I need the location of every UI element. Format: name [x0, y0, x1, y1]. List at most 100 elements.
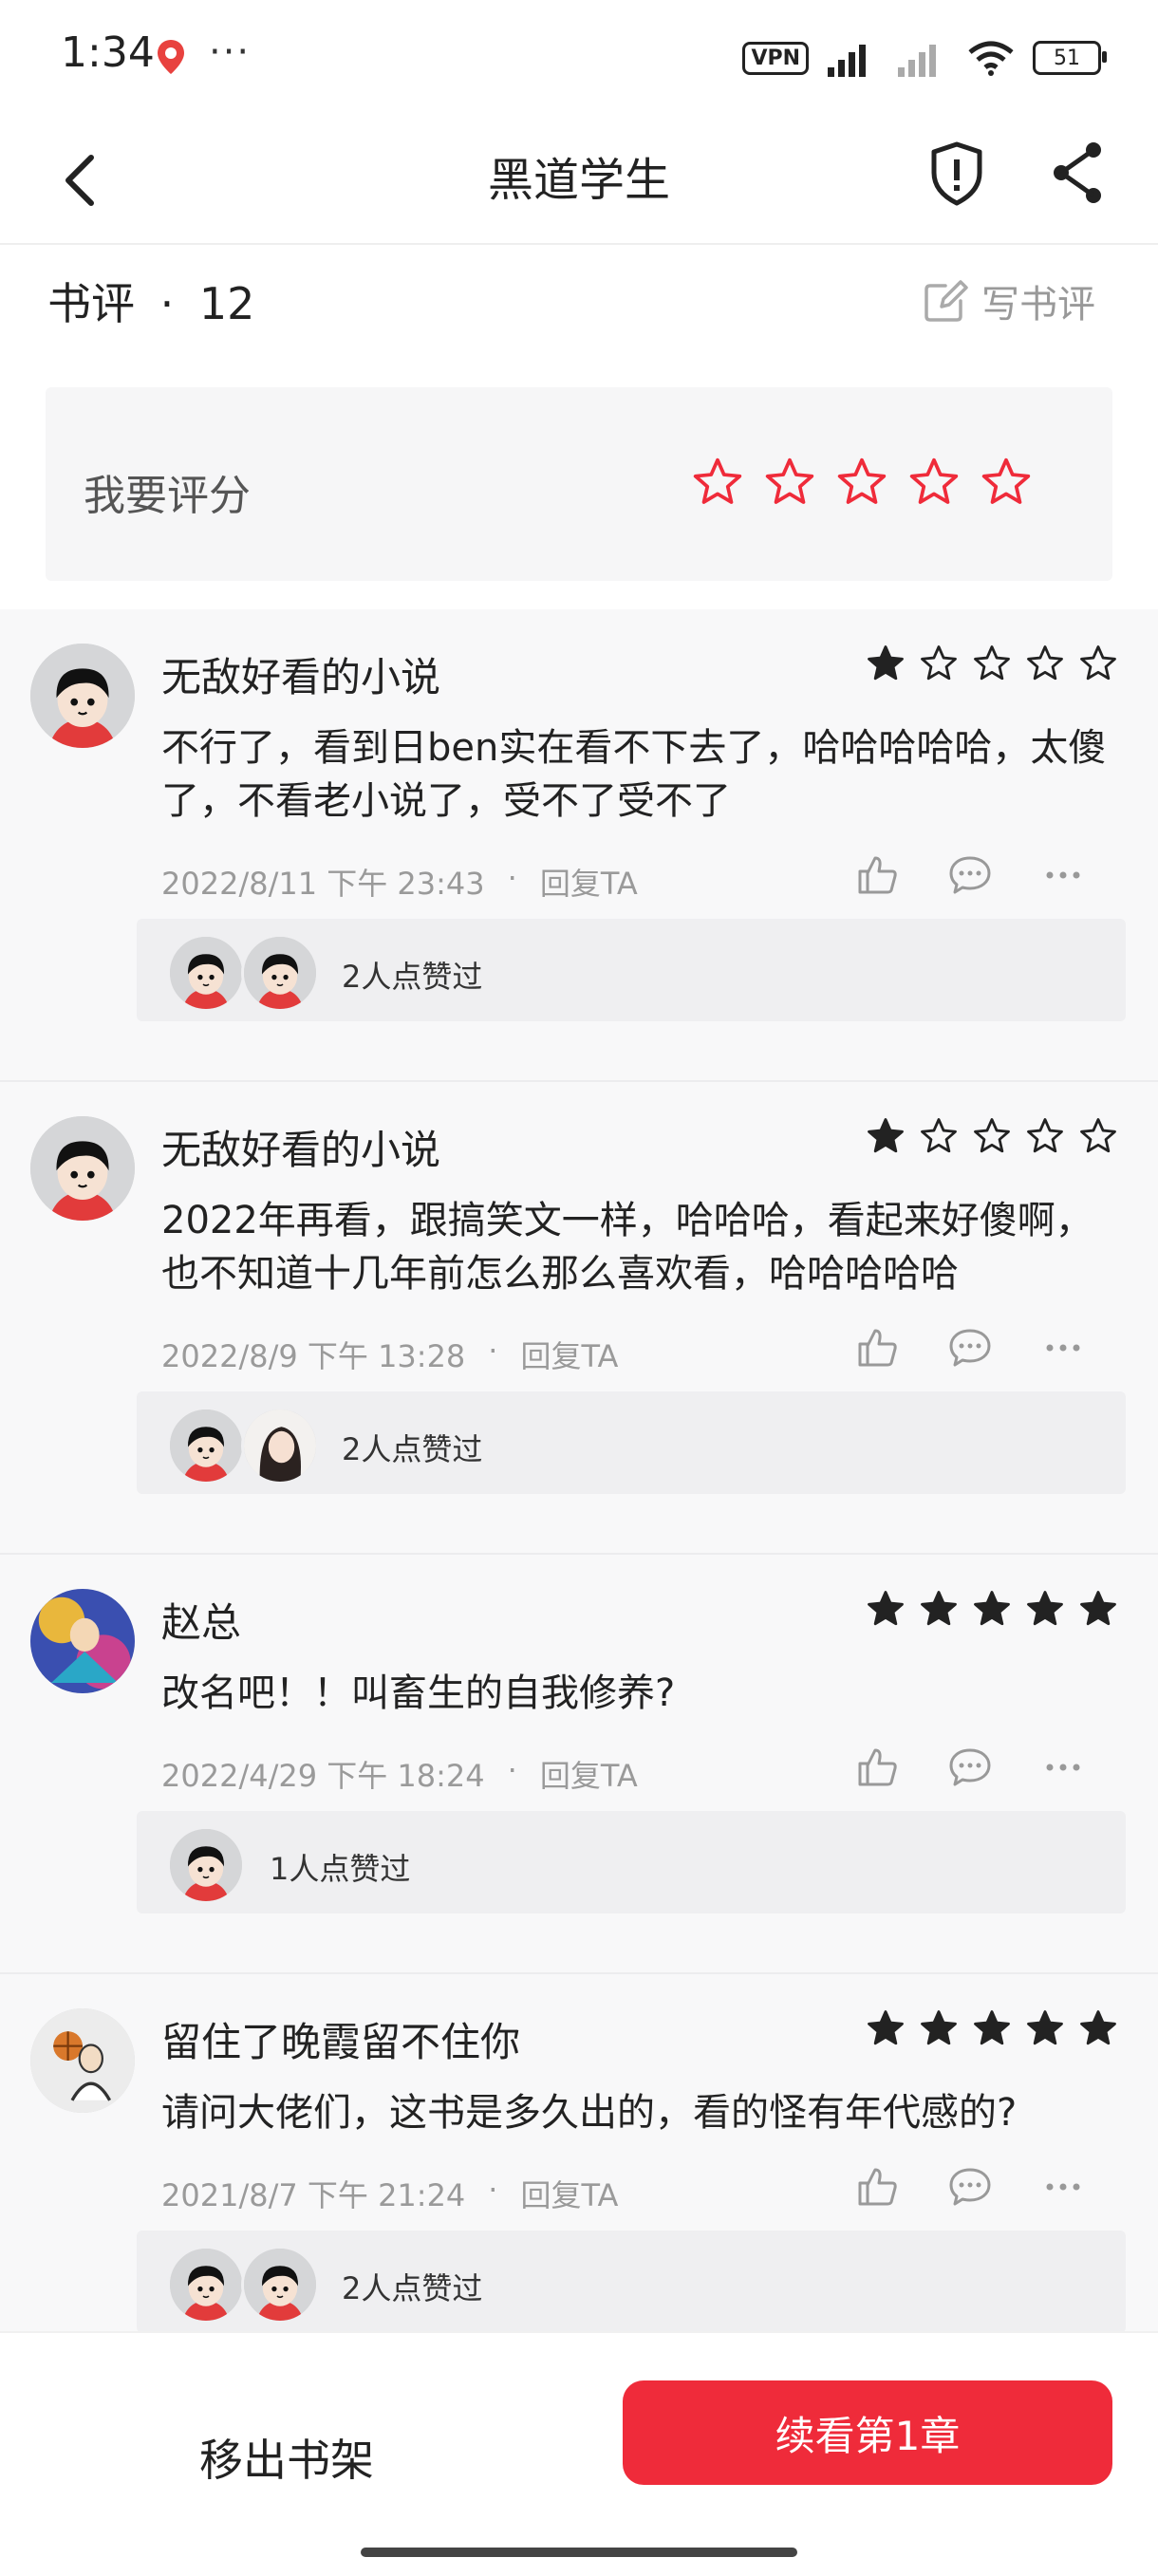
likes-count-text: 2人点赞过 [342, 2270, 483, 2306]
rate-label: 我要评分 [84, 472, 251, 520]
more-icon[interactable] [1040, 2164, 1086, 2210]
battery-icon: 51 [1033, 41, 1107, 75]
star-outline-icon [974, 1118, 1010, 1153]
likes-summary[interactable]: 2人点赞过 [137, 919, 1126, 1021]
user-avatar[interactable] [30, 1116, 135, 1221]
signal-weak-icon [898, 45, 936, 77]
review-meta: 2021/8/7 下午 21:24 · 回复TA [161, 2172, 618, 2215]
star-filled-icon [868, 2010, 904, 2045]
review-text: 请问大佬们，这书是多久出的，看的怪有年代感的? [161, 2091, 1018, 2135]
comment-icon[interactable] [947, 2164, 993, 2210]
more-icon[interactable] [1040, 1325, 1086, 1371]
reply-link[interactable]: 回复TA [520, 2172, 618, 2215]
meta-dot: · [507, 1752, 517, 1788]
liker-avatar[interactable] [241, 934, 319, 1012]
review-item: 无敌好看的小说 2022年再看，跟搞笑文一样，哈哈哈，看起来好傻啊，也不知道十几… [0, 1082, 1158, 1555]
star-outline-icon [1080, 1118, 1116, 1153]
wifi-icon [968, 41, 1014, 76]
comment-icon[interactable] [947, 852, 993, 898]
likers-avatars [167, 934, 319, 1012]
rate-star-3[interactable] [835, 456, 888, 513]
star-outline-icon [1027, 645, 1063, 681]
like-icon[interactable] [854, 2164, 900, 2210]
review-rating-stars [866, 1116, 1118, 1156]
reviewer-name[interactable]: 无敌好看的小说 [161, 1118, 440, 1176]
reviews-count: 12 [198, 278, 255, 329]
review-date: 2021/8/7 下午 21:24 [161, 2177, 466, 2213]
write-review-label: 写书评 [981, 283, 1095, 327]
likes-summary[interactable]: 2人点赞过 [137, 1391, 1126, 1494]
reviewer-name[interactable]: 无敌好看的小说 [161, 645, 440, 703]
user-avatar[interactable] [30, 1589, 135, 1693]
review-text: 改名吧！！叫畜生的自我修养? [161, 1671, 676, 1715]
report-shield-icon[interactable] [926, 137, 987, 209]
review-meta: 2022/8/11 下午 23:43 · 回复TA [161, 860, 638, 904]
status-icons: VPN 51 [742, 34, 1107, 82]
like-icon[interactable] [854, 1745, 900, 1790]
likes-count-text: 2人点赞过 [342, 1431, 483, 1467]
review-item: 无敌好看的小说 不行了，看到日ben实在看不下去了，哈哈哈哈哈，太傻了，不看老小… [0, 609, 1158, 1082]
status-bar: 1:34 ··· VPN 51 [0, 0, 1158, 114]
liker-avatar[interactable] [167, 1407, 245, 1484]
rate-star-5[interactable] [980, 456, 1033, 513]
rate-star-1[interactable] [691, 456, 744, 513]
reviewer-name[interactable]: 留住了晚霞留不住你 [161, 2010, 520, 2068]
star-outline-icon [974, 645, 1010, 681]
likes-summary[interactable]: 1人点赞过 [137, 1811, 1126, 1913]
share-icon[interactable] [1048, 137, 1109, 209]
comment-icon[interactable] [947, 1325, 993, 1371]
more-icon[interactable] [1040, 852, 1086, 898]
reply-link[interactable]: 回复TA [540, 860, 638, 904]
star-filled-icon [921, 1591, 957, 1626]
liker-avatar[interactable] [167, 934, 245, 1012]
star-outline-icon [765, 457, 814, 504]
like-icon[interactable] [854, 852, 900, 898]
continue-reading-button[interactable]: 续看第1章 [623, 2380, 1112, 2485]
home-indicator[interactable] [361, 2548, 797, 2557]
star-outline-icon [1027, 1118, 1063, 1153]
like-icon[interactable] [854, 1325, 900, 1371]
review-actions [854, 1745, 1086, 1790]
vpn-badge: VPN [742, 41, 809, 75]
user-avatar[interactable] [30, 644, 135, 748]
likes-summary[interactable]: 2人点赞过 [137, 2231, 1126, 2333]
review-text: 2022年再看，跟搞笑文一样，哈哈哈，看起来好傻啊，也不知道十几年前怎么那么喜欢… [161, 1199, 1093, 1296]
liker-avatar[interactable] [167, 2246, 245, 2324]
user-avatar[interactable] [30, 2008, 135, 2113]
review-actions [854, 852, 1086, 898]
star-filled-icon [868, 1118, 904, 1153]
liker-avatar[interactable] [241, 1407, 319, 1484]
write-review-button[interactable]: 写书评 [923, 273, 1095, 328]
signal-icon [828, 45, 866, 77]
rate-star-4[interactable] [907, 456, 961, 513]
liker-avatar[interactable] [167, 1826, 245, 1904]
star-outline-icon [981, 457, 1031, 504]
review-actions [854, 2164, 1086, 2210]
rate-stars [691, 456, 1033, 513]
review-list: 无敌好看的小说 不行了，看到日ben实在看不下去了，哈哈哈哈哈，太傻了，不看老小… [0, 609, 1158, 2394]
star-filled-icon [1027, 1591, 1063, 1626]
liker-avatar[interactable] [241, 2246, 319, 2324]
star-filled-icon [1027, 2010, 1063, 2045]
rating-box: 我要评分 [46, 387, 1112, 581]
map-app-icon [158, 40, 184, 74]
remove-from-shelf-button[interactable]: 移出书架 [199, 2426, 374, 2489]
star-filled-icon [1080, 2010, 1116, 2045]
reviews-label: 书评 [47, 278, 135, 329]
review-rating-stars [866, 1589, 1118, 1629]
reply-link[interactable]: 回复TA [520, 1333, 618, 1376]
star-filled-icon [868, 645, 904, 681]
review-meta: 2022/8/9 下午 13:28 · 回复TA [161, 1333, 618, 1376]
review-rating-stars [866, 644, 1118, 683]
star-outline-icon [921, 645, 957, 681]
more-icon[interactable] [1040, 1745, 1086, 1790]
star-filled-icon [921, 2010, 957, 2045]
rate-star-2[interactable] [763, 456, 816, 513]
star-filled-icon [868, 1591, 904, 1626]
comment-icon[interactable] [947, 1745, 993, 1790]
star-outline-icon [693, 457, 742, 504]
reviewer-name[interactable]: 赵总 [161, 1591, 241, 1649]
reply-link[interactable]: 回复TA [540, 1752, 638, 1796]
likers-avatars [167, 1826, 245, 1904]
reviews-heading: 书评 · 12 [47, 270, 254, 332]
